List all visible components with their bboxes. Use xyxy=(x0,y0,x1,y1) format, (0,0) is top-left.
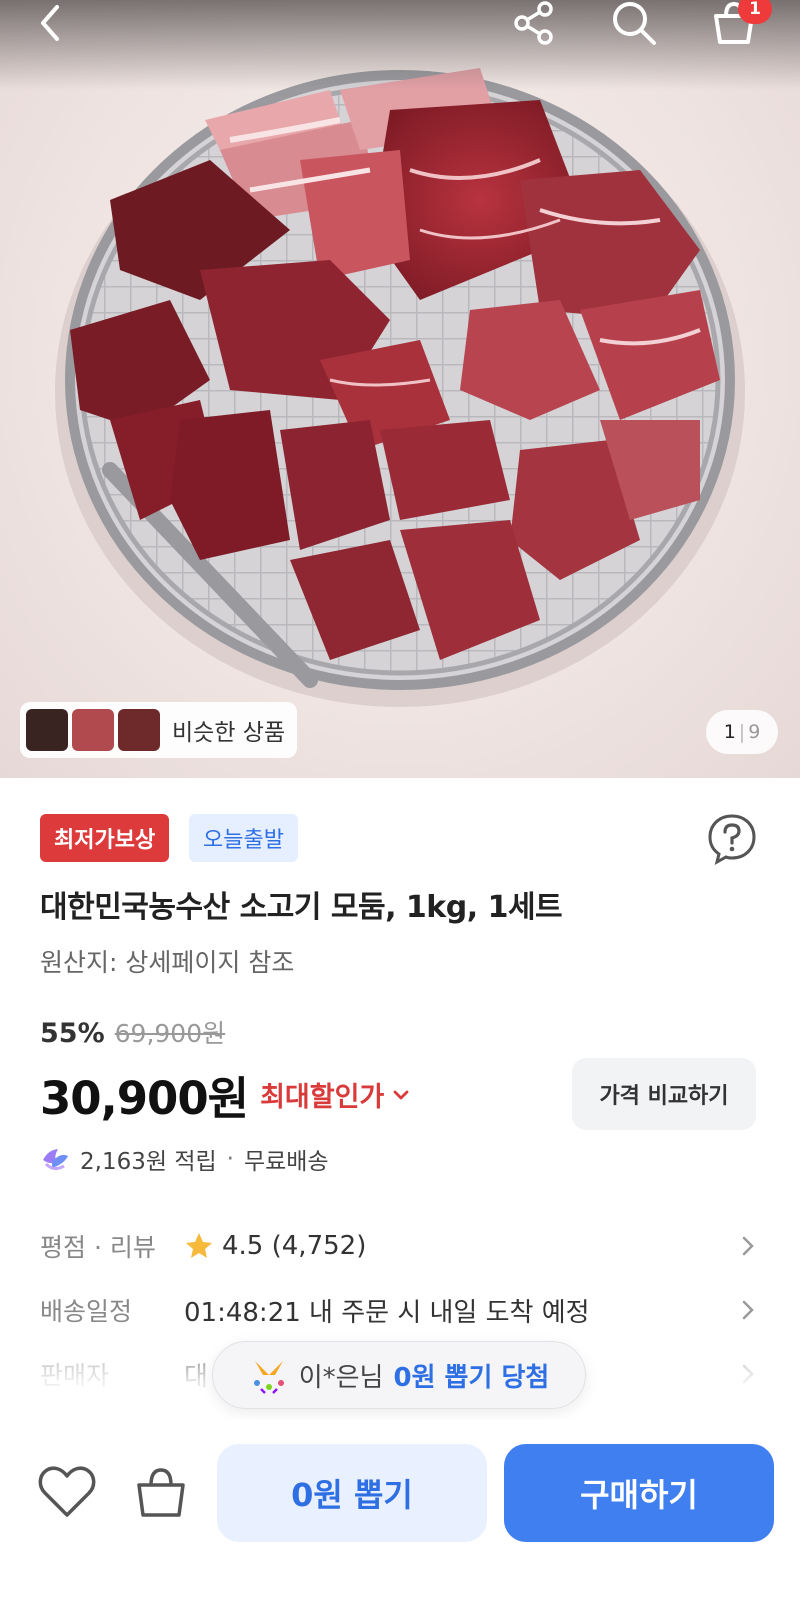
image-counter: 1 | 9 xyxy=(706,710,778,754)
chevron-left-icon xyxy=(41,5,59,41)
winner-toast[interactable]: 이*은님 0원 뽑기 당첨 xyxy=(212,1341,586,1409)
seller-value: 대 xyxy=(184,1361,208,1392)
separator-dot: · xyxy=(226,1146,234,1172)
similar-thumb xyxy=(26,709,68,751)
image-counter-total: 9 xyxy=(748,721,761,743)
discount-rate: 55% xyxy=(40,1018,105,1049)
buy-button[interactable]: 구매하기 xyxy=(504,1444,774,1542)
max-discount-toggle[interactable]: 최대할인가 xyxy=(260,1075,384,1114)
chevron-right-icon xyxy=(742,1300,754,1320)
lowest-price-badge: 최저가보상 xyxy=(40,814,170,862)
original-price: 69,900원 xyxy=(114,1019,226,1048)
shipping-info: 무료배송 xyxy=(243,1149,329,1175)
points-row: 2,163원 적립 · 무료배송 xyxy=(40,1142,329,1176)
chevron-right-icon xyxy=(742,1236,754,1256)
similar-products-label: 비슷한 상품 xyxy=(172,720,286,746)
rating-value-group: 4.5 (4,752) xyxy=(184,1231,366,1261)
zero-won-draw-button[interactable]: 0원 뽑기 xyxy=(217,1444,487,1542)
product-title: 대한민국농수산 소고기 모둠, 1kg, 1세트 xyxy=(40,890,563,925)
image-counter-current: 1 xyxy=(723,721,736,743)
meat-platter-photo xyxy=(55,68,745,707)
delivery-row[interactable]: 배송일정 01:48:21 내 주문 시 내일 도착 예정 xyxy=(40,1290,760,1330)
product-origin: 원산지: 상세페이지 참조 xyxy=(40,948,295,977)
winner-name: 이*은님 xyxy=(298,1362,384,1393)
sale-price: 30,900원 xyxy=(40,1072,249,1125)
reward-points-icon xyxy=(43,1149,68,1171)
today-ship-badge: 오늘출발 xyxy=(189,814,298,862)
cart-icon xyxy=(137,1468,185,1517)
discount-row: 55% 69,900원 xyxy=(40,1014,225,1050)
similar-thumb xyxy=(72,709,114,751)
winner-message: 0원 뽑기 당첨 xyxy=(393,1362,550,1393)
similar-products-button[interactable]: 비슷한 상품 xyxy=(20,702,298,758)
question-icon xyxy=(708,814,756,865)
reward-points: 2,163원 적립 xyxy=(80,1149,217,1175)
compare-price-button[interactable]: 가격 비교하기 xyxy=(572,1058,756,1130)
star-icon xyxy=(186,1233,212,1258)
add-to-cart-button[interactable] xyxy=(131,1462,191,1522)
wishlist-button[interactable] xyxy=(37,1462,97,1522)
topbar-shade xyxy=(0,0,800,90)
back-button[interactable] xyxy=(20,0,80,46)
similar-thumb xyxy=(118,709,160,751)
image-counter-separator: | xyxy=(738,721,746,743)
confetti-icon xyxy=(253,1361,284,1394)
seller-label: 판매자 xyxy=(40,1361,110,1390)
rating-review-row[interactable]: 평점 · 리뷰 4.5 (4,752) xyxy=(40,1226,760,1266)
chevron-right-icon xyxy=(742,1364,754,1384)
share-icon xyxy=(514,1,553,45)
chevron-down-icon[interactable] xyxy=(390,1084,412,1106)
product-image[interactable]: 1 비슷한 상품 1 | 9 xyxy=(0,0,800,778)
search-button[interactable] xyxy=(604,0,664,46)
share-button[interactable] xyxy=(504,0,564,46)
search-icon xyxy=(613,2,656,45)
rating-value: 4.5 (4,752) xyxy=(222,1231,367,1261)
delivery-label: 배송일정 xyxy=(40,1297,133,1326)
heart-icon xyxy=(38,1466,96,1517)
help-button[interactable] xyxy=(706,813,758,865)
price-row: 30,900원 최대할인가 xyxy=(40,1062,412,1127)
delivery-value: 01:48:21 내 주문 시 내일 도착 예정 xyxy=(184,1297,590,1328)
rating-label: 평점 · 리뷰 xyxy=(40,1233,156,1262)
